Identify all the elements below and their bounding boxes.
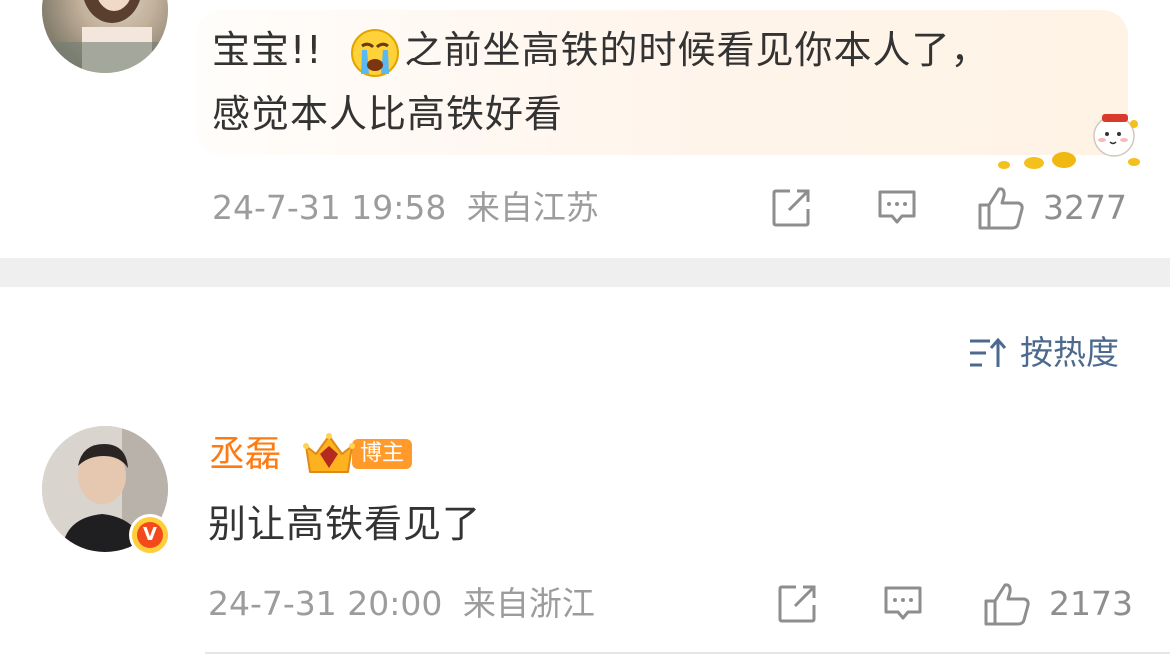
avatar-commenter-1[interactable] xyxy=(42,0,168,73)
verified-letter: V xyxy=(137,522,163,548)
comment-2-like-count: 2173 xyxy=(1049,584,1133,623)
like-icon[interactable] xyxy=(977,185,1025,231)
comment-1-time: 24-7-31 19:58 xyxy=(212,188,447,227)
sort-label: 按热度 xyxy=(1020,333,1119,372)
blogger-badge-label: 博主 xyxy=(352,439,413,469)
share-icon[interactable] xyxy=(777,584,819,624)
sort-by-hot-button[interactable]: 按热度 xyxy=(968,333,1119,373)
comment-2-time: 24-7-31 20:00 xyxy=(208,584,443,623)
comment-1-text-part1: 宝宝!! xyxy=(212,28,323,72)
verified-badge-icon: V xyxy=(129,514,171,556)
blogger-badge: 博主 xyxy=(300,432,413,476)
comment-1-meta: 24-7-31 19:58 来自江苏 xyxy=(212,188,599,228)
comment-1-location: 来自江苏 xyxy=(466,188,599,227)
share-icon[interactable] xyxy=(771,188,813,228)
comment-1-text: 宝宝!! 之前坐高铁的时候看见你本人了， 感觉本人比高铁好看 xyxy=(212,18,1112,146)
section-divider xyxy=(0,258,1170,287)
comment-2-text: 别让高铁看见了 xyxy=(208,502,482,546)
sort-icon xyxy=(968,335,1008,371)
comment-1-text-line2: 感觉本人比高铁好看 xyxy=(212,92,564,136)
comment-1-text-part2: 之前坐高铁的时候看见你本人了， xyxy=(404,28,990,72)
comment-icon[interactable] xyxy=(876,188,918,228)
crying-face-icon xyxy=(350,28,400,78)
comment-2-meta: 24-7-31 20:00 来自浙江 xyxy=(208,584,595,624)
comment-2-username[interactable]: 丞磊 xyxy=(209,433,281,477)
comment-2-location: 来自浙江 xyxy=(462,584,595,623)
mascot-decoration-icon xyxy=(994,110,1144,172)
bottom-divider xyxy=(205,652,1170,654)
like-icon[interactable] xyxy=(983,581,1031,627)
comment-icon[interactable] xyxy=(882,584,924,624)
comment-1-like-count: 3277 xyxy=(1043,188,1127,227)
crown-diamond-icon xyxy=(300,432,358,476)
